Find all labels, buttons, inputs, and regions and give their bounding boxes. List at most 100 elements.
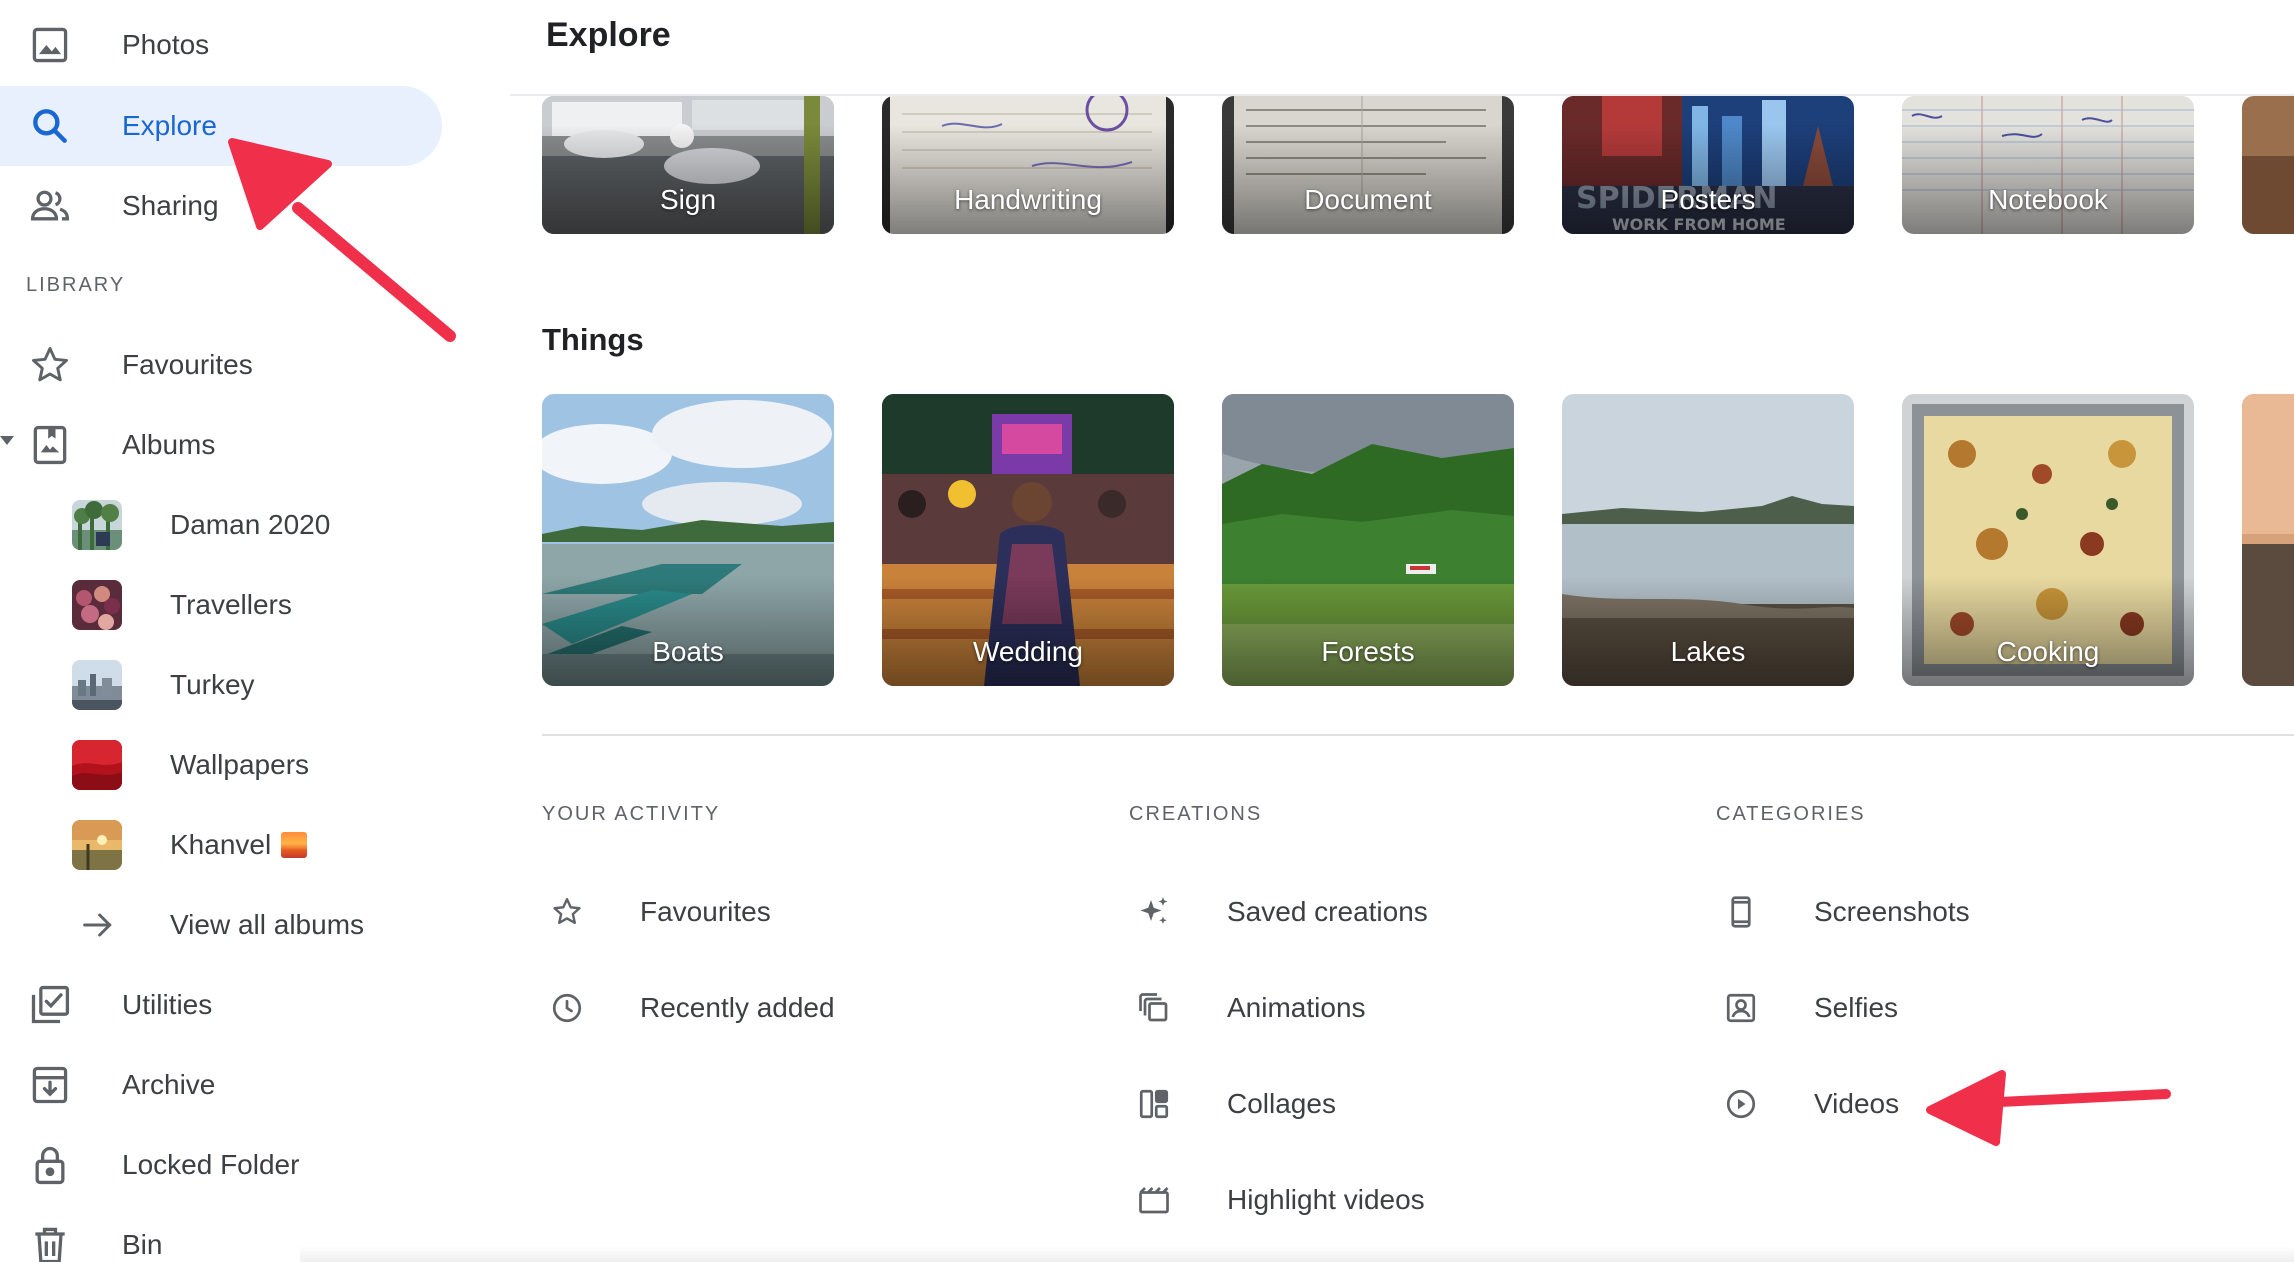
- categories-selfies-label: Selfies: [1814, 992, 1899, 1023]
- movie-icon: [1129, 1175, 1179, 1225]
- album-item[interactable]: Turkey: [0, 645, 442, 725]
- animation-icon: [1129, 983, 1179, 1033]
- card-posters[interactable]: SPIDERMANWORK FROM HOME Posters: [1562, 96, 1854, 234]
- nav-bin-label: Bin: [122, 1229, 163, 1260]
- view-all-albums[interactable]: View all albums: [0, 885, 442, 965]
- categories-selfies[interactable]: Selfies: [1716, 973, 2156, 1043]
- section-divider: [542, 734, 2294, 736]
- album-label: Khanvel: [170, 829, 308, 861]
- card-wedding[interactable]: Wedding: [882, 394, 1174, 686]
- sidebar: Photos Explore Sharing LIBRARY Favourite…: [0, 0, 460, 1262]
- categories-videos-label: Videos: [1814, 1088, 1900, 1119]
- album-item[interactable]: Travellers: [0, 565, 442, 645]
- card-forests[interactable]: Forests: [1222, 394, 1514, 686]
- nav-sharing[interactable]: Sharing: [0, 166, 442, 246]
- card-shade: [882, 124, 1174, 234]
- photo-icon: [24, 19, 76, 71]
- card-shade: [1902, 124, 2194, 234]
- library-heading: LIBRARY: [26, 274, 126, 296]
- activity-favourites[interactable]: Favourites: [542, 877, 982, 947]
- nav-photos[interactable]: Photos: [0, 5, 442, 85]
- nav-locked-folder[interactable]: Locked Folder: [0, 1125, 442, 1205]
- partial-thumbnail: [2242, 394, 2294, 686]
- nav-favourites-label: Favourites: [122, 349, 253, 380]
- album-item[interactable]: Khanvel: [0, 805, 442, 885]
- card-shade: [1222, 576, 1514, 686]
- album-label: Turkey: [170, 669, 255, 700]
- sparkle-icon: [1129, 887, 1179, 937]
- album-label: Daman 2020: [170, 509, 331, 540]
- album-thumbnail: [72, 580, 122, 630]
- album-label: Wallpapers: [170, 749, 310, 780]
- activity-favourites-label: Favourites: [640, 896, 771, 927]
- card-shade: [1562, 124, 1854, 234]
- card-label: Sign: [659, 184, 717, 215]
- card-lakes[interactable]: Lakes: [1562, 394, 1854, 686]
- search-icon: [24, 100, 76, 152]
- card-label: Notebook: [1988, 184, 2108, 215]
- card-label: Posters: [1660, 184, 1756, 215]
- creations-animations[interactable]: Animations: [1129, 973, 1569, 1043]
- nav-archive[interactable]: Archive: [0, 1045, 442, 1125]
- album-item[interactable]: Wallpapers: [0, 725, 442, 805]
- card-sign[interactable]: Sign: [542, 96, 834, 234]
- clock-icon: [542, 983, 592, 1033]
- archive-icon: [24, 1059, 76, 1111]
- activity-recently-added-label: Recently added: [640, 992, 835, 1023]
- card-document[interactable]: Document: [1222, 96, 1514, 234]
- card-cooking[interactable]: Cooking: [1902, 394, 2194, 686]
- activity-recently-added[interactable]: Recently added: [542, 973, 982, 1043]
- nav-explore[interactable]: Explore: [0, 86, 442, 166]
- card-notebook[interactable]: Notebook: [1902, 96, 2194, 234]
- album-icon: [24, 419, 76, 471]
- album-thumbnail: [72, 740, 122, 790]
- creations-highlight-videos[interactable]: Highlight videos: [1129, 1165, 1569, 1235]
- creations-collages[interactable]: Collages: [1129, 1069, 1569, 1139]
- play-circle-icon: [1716, 1079, 1766, 1129]
- creations-saved-label: Saved creations: [1227, 896, 1428, 927]
- lock-icon: [24, 1139, 76, 1191]
- nav-sharing-label: Sharing: [122, 190, 219, 221]
- collage-icon: [1129, 1079, 1179, 1129]
- album-label: Travellers: [170, 589, 292, 620]
- categories-screenshots[interactable]: Screenshots: [1716, 877, 2156, 947]
- creations-highlight-videos-label: Highlight videos: [1227, 1184, 1425, 1215]
- phone-icon: [1716, 887, 1766, 937]
- page-title: Explore: [546, 16, 671, 54]
- things-title: Things: [542, 322, 644, 357]
- nav-albums-label: Albums: [122, 429, 216, 460]
- card-label: Document: [1304, 184, 1432, 215]
- star-icon: [542, 887, 592, 937]
- card-boats[interactable]: Boats: [542, 394, 834, 686]
- creations-heading: CREATIONS: [1129, 803, 1263, 825]
- card-label: Boats: [652, 636, 724, 667]
- sunset-emoji-icon: [281, 832, 308, 858]
- card-partial[interactable]: [2242, 96, 2294, 234]
- card-shade: [542, 576, 834, 686]
- card-label: Wedding: [972, 636, 1083, 667]
- card-label: Forests: [1321, 636, 1415, 667]
- bottom-fade: [300, 1246, 2294, 1262]
- creations-saved[interactable]: Saved creations: [1129, 877, 1569, 947]
- selfie-icon: [1716, 983, 1766, 1033]
- nav-favourites[interactable]: Favourites: [0, 325, 442, 405]
- partial-thumbnail: [2242, 96, 2294, 234]
- utilities-icon: [24, 979, 76, 1031]
- card-handwriting[interactable]: Handwriting: [882, 96, 1174, 234]
- creations-animations-label: Animations: [1227, 992, 1366, 1023]
- nav-albums[interactable]: Albums: [0, 405, 442, 485]
- nav-utilities-label: Utilities: [122, 989, 213, 1020]
- nav-explore-label: Explore: [122, 110, 217, 141]
- nav-locked-folder-label: Locked Folder: [122, 1149, 300, 1180]
- nav-archive-label: Archive: [122, 1069, 216, 1100]
- nav-utilities[interactable]: Utilities: [0, 965, 442, 1045]
- card-label: Lakes: [1670, 636, 1746, 667]
- card-partial[interactable]: [2242, 394, 2294, 686]
- your-activity-heading: YOUR ACTIVITY: [542, 803, 721, 825]
- creations-collages-label: Collages: [1227, 1088, 1336, 1119]
- arrow-right-icon: [74, 901, 122, 949]
- categories-videos[interactable]: Videos: [1716, 1069, 2156, 1139]
- album-thumbnail: [72, 500, 122, 550]
- categories-screenshots-label: Screenshots: [1814, 896, 1970, 927]
- album-item[interactable]: Daman 2020: [0, 485, 442, 565]
